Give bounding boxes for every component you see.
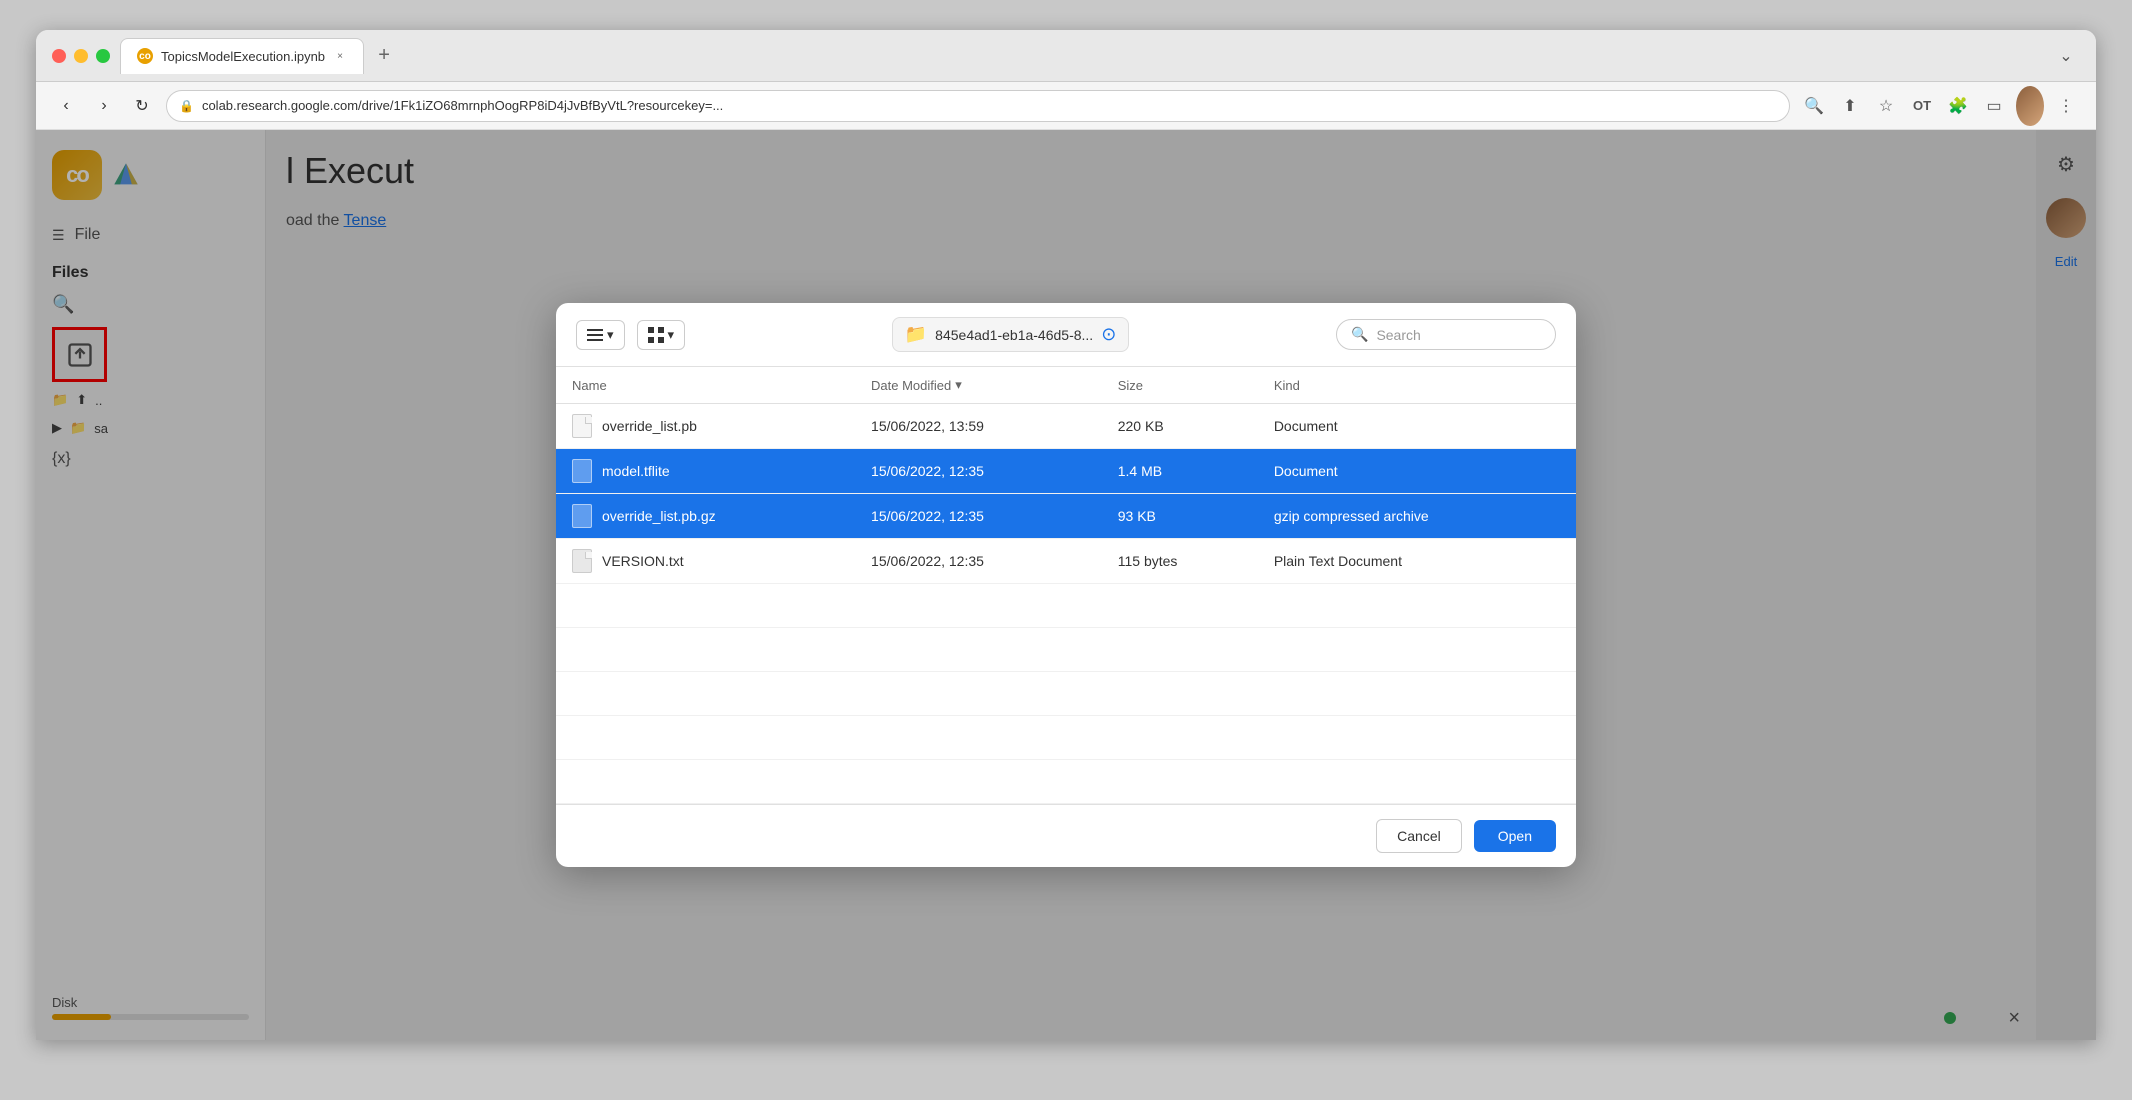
- zoom-button[interactable]: 🔍: [1800, 92, 1828, 120]
- close-window-button[interactable]: [52, 49, 66, 63]
- minimize-window-button[interactable]: [74, 49, 88, 63]
- file-name-cell: VERSION.txt: [556, 539, 855, 584]
- tab-close-button[interactable]: ×: [333, 49, 347, 63]
- grid-view-button[interactable]: ▾: [637, 320, 686, 350]
- sort-arrow: ▾: [955, 377, 962, 393]
- table-row-empty: [556, 672, 1576, 716]
- forward-button[interactable]: ›: [90, 92, 118, 120]
- col-kind: Kind: [1258, 367, 1576, 404]
- table-row[interactable]: override_list.pb 15/06/2022, 13:59 220 K…: [556, 404, 1576, 449]
- table-row[interactable]: VERSION.txt 15/06/2022, 12:35 115 bytes …: [556, 539, 1576, 584]
- tab-bar: co TopicsModelExecution.ipynb × +: [120, 38, 2042, 74]
- dialog-overlay: ▾ ▾ 📁 845e4ad1-eb1a-46d5-8... ⊙: [36, 130, 2096, 1040]
- table-row-empty: [556, 760, 1576, 804]
- file-date: 15/06/2022, 12:35: [855, 539, 1102, 584]
- nav-bar: ‹ › ↻ 🔒 colab.research.google.com/drive/…: [36, 82, 2096, 130]
- title-bar: co TopicsModelExecution.ipynb × + ⌄: [36, 30, 2096, 82]
- chevron-down-icon: ▾: [607, 327, 614, 343]
- security-icon: 🔒: [179, 99, 194, 113]
- path-nav-arrows: ⊙: [1101, 324, 1116, 345]
- file-name-cell: model.tflite: [556, 449, 855, 494]
- folder-name-text: 845e4ad1-eb1a-46d5-8...: [935, 327, 1093, 343]
- file-size: 115 bytes: [1102, 539, 1258, 584]
- file-open-dialog: ▾ ▾ 📁 845e4ad1-eb1a-46d5-8... ⊙: [556, 303, 1576, 867]
- table-row-empty: [556, 716, 1576, 760]
- file-search-box[interactable]: 🔍 Search: [1336, 319, 1556, 350]
- tab-title: TopicsModelExecution.ipynb: [161, 49, 325, 64]
- nav-actions: 🔍 ⬆ ☆ OT 🧩 ▭ ⋮: [1800, 92, 2080, 120]
- file-icon: [572, 549, 592, 573]
- tab-favicon: co: [137, 48, 153, 64]
- col-date: Date Modified ▾: [855, 367, 1102, 404]
- search-icon-dialog: 🔍: [1351, 326, 1368, 343]
- traffic-lights: [52, 49, 110, 63]
- file-name-cell: override_list.pb.gz: [556, 494, 855, 539]
- profile-avatar[interactable]: [2016, 92, 2044, 120]
- table-row[interactable]: override_list.pb.gz 15/06/2022, 12:35 93…: [556, 494, 1576, 539]
- back-button[interactable]: ‹: [52, 92, 80, 120]
- profile-initials[interactable]: OT: [1908, 92, 1936, 120]
- file-kind: gzip compressed archive: [1258, 494, 1576, 539]
- active-tab[interactable]: co TopicsModelExecution.ipynb ×: [120, 38, 364, 74]
- file-icon: [572, 414, 592, 438]
- file-kind: Plain Text Document: [1258, 539, 1576, 584]
- sidebar-toggle[interactable]: ▭: [1980, 92, 2008, 120]
- browser-menu-button[interactable]: ⋮: [2052, 92, 2080, 120]
- file-icon: [572, 504, 592, 528]
- table-header-row: Name Date Modified ▾ Size Kind: [556, 367, 1576, 404]
- bookmark-button[interactable]: ☆: [1872, 92, 1900, 120]
- url-text: colab.research.google.com/drive/1Fk1iZO6…: [202, 98, 723, 113]
- file-date: 15/06/2022, 12:35: [855, 449, 1102, 494]
- file-kind: Document: [1258, 404, 1576, 449]
- window-menu-button[interactable]: ⌄: [2052, 42, 2080, 70]
- dialog-file-list: Name Date Modified ▾ Size Kind: [556, 367, 1576, 804]
- col-size: Size: [1102, 367, 1258, 404]
- col-name: Name: [556, 367, 855, 404]
- cancel-button[interactable]: Cancel: [1376, 819, 1462, 853]
- file-date: 15/06/2022, 13:59: [855, 404, 1102, 449]
- file-icon: [572, 459, 592, 483]
- file-date: 15/06/2022, 12:35: [855, 494, 1102, 539]
- list-view-button[interactable]: ▾: [576, 320, 625, 350]
- file-size: 220 KB: [1102, 404, 1258, 449]
- file-kind: Document: [1258, 449, 1576, 494]
- table-row[interactable]: model.tflite 15/06/2022, 12:35 1.4 MB Do…: [556, 449, 1576, 494]
- dialog-footer: Cancel Open: [556, 804, 1576, 867]
- folder-path-display[interactable]: 📁 845e4ad1-eb1a-46d5-8... ⊙: [892, 317, 1130, 352]
- fullscreen-window-button[interactable]: [96, 49, 110, 63]
- open-button[interactable]: Open: [1474, 820, 1556, 852]
- file-size: 93 KB: [1102, 494, 1258, 539]
- chevron-down-icon-2: ▾: [668, 327, 675, 343]
- file-size: 1.4 MB: [1102, 449, 1258, 494]
- browser-content: co ☰ File Files 🔍: [36, 130, 2096, 1040]
- new-tab-button[interactable]: +: [370, 42, 398, 70]
- file-name-cell: override_list.pb: [556, 404, 855, 449]
- folder-path-container: 📁 845e4ad1-eb1a-46d5-8... ⊙: [697, 317, 1324, 352]
- table-row-empty: [556, 584, 1576, 628]
- folder-icon-blue: 📁: [905, 324, 927, 345]
- search-placeholder: Search: [1376, 327, 1420, 343]
- refresh-button[interactable]: ↻: [128, 92, 156, 120]
- file-table: Name Date Modified ▾ Size Kind: [556, 367, 1576, 804]
- share-button[interactable]: ⬆: [1836, 92, 1864, 120]
- dialog-toolbar: ▾ ▾ 📁 845e4ad1-eb1a-46d5-8... ⊙: [556, 303, 1576, 367]
- address-bar[interactable]: 🔒 colab.research.google.com/drive/1Fk1iZ…: [166, 90, 1790, 122]
- table-row-empty: [556, 628, 1576, 672]
- extensions-button[interactable]: 🧩: [1944, 92, 1972, 120]
